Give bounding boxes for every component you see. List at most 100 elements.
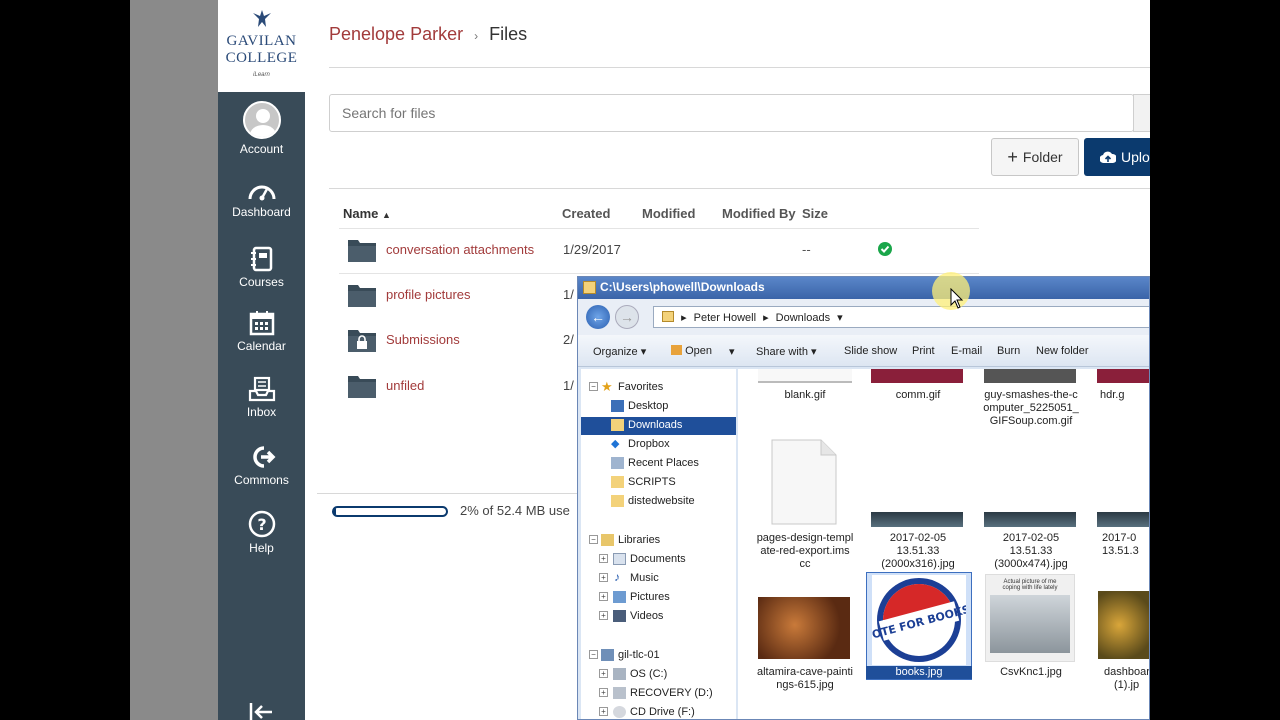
- file-item[interactable]: 2017-02-05 13.51.33 (2000x316).jpg: [866, 532, 970, 571]
- expand-icon[interactable]: +: [599, 573, 608, 582]
- back-arrow-icon[interactable]: ←: [586, 305, 610, 329]
- collapse-icon[interactable]: −: [589, 382, 598, 391]
- slide-show-button[interactable]: Slide show: [844, 345, 897, 357]
- upload-button[interactable]: Uplo: [1084, 138, 1150, 176]
- row-name-link[interactable]: conversation attachments: [386, 242, 534, 257]
- nav-courses[interactable]: Courses: [218, 246, 305, 289]
- expand-icon[interactable]: +: [599, 611, 608, 620]
- share-with-menu[interactable]: Share with ▾: [756, 345, 817, 358]
- column-header-modified[interactable]: Modified: [642, 206, 695, 221]
- nav-recent-places-label: Recent Places: [628, 457, 699, 469]
- column-header-created[interactable]: Created: [562, 206, 610, 221]
- new-folder-button[interactable]: New folder: [1036, 345, 1089, 357]
- expand-icon[interactable]: +: [599, 688, 608, 697]
- nav-libraries[interactable]: − Libraries: [581, 532, 736, 550]
- nav-music[interactable]: + ♪ Music: [581, 570, 736, 588]
- explorer-window[interactable]: C:\Users\phowell\Downloads ← → ▸ Peter H…: [577, 276, 1150, 720]
- address-root[interactable]: Peter Howell: [694, 312, 756, 324]
- nav-computer[interactable]: − gil-tlc-01: [581, 647, 736, 665]
- file-item[interactable]: 2017-0 13.51.3: [1102, 532, 1149, 558]
- file-item[interactable]: guy-smashes-the-c omputer_5225051_ GIFSo…: [979, 389, 1083, 428]
- nav-dropbox[interactable]: ◆ Dropbox: [581, 436, 736, 454]
- explorer-address-bar: ← → ▸ Peter Howell ▸ Downloads ▾: [578, 299, 1149, 335]
- explorer-title-bar[interactable]: C:\Users\phowell\Downloads: [578, 277, 1149, 299]
- pictures-icon: [613, 591, 626, 603]
- nav-desktop[interactable]: Desktop: [581, 398, 736, 416]
- search-files-input[interactable]: [329, 94, 1134, 132]
- calendar-icon: [249, 311, 274, 336]
- nav-dashboard[interactable]: Dashboard: [218, 180, 305, 219]
- header-divider: [329, 67, 1150, 68]
- nav-videos[interactable]: + Videos: [581, 608, 736, 626]
- column-header-modified-by[interactable]: Modified By: [722, 206, 796, 221]
- file-thumbnail: Actual picture of me coping with life la…: [985, 574, 1075, 662]
- global-navigation: GAVILAN COLLEGE iLearn Account Dashboard: [218, 0, 305, 720]
- search-button[interactable]: [1133, 94, 1150, 132]
- file-item[interactable]: altamira-cave-painti ngs-615.jpg: [753, 666, 857, 692]
- share-with-label: Share with: [756, 346, 808, 358]
- file-item[interactable]: hdr.g: [1100, 389, 1149, 402]
- file-item[interactable]: blank.gif: [753, 389, 857, 402]
- column-header-size[interactable]: Size: [802, 206, 828, 221]
- organize-menu[interactable]: Organize ▾: [593, 345, 646, 358]
- expand-icon[interactable]: +: [599, 554, 608, 563]
- nav-cd-drive[interactable]: + CD Drive (F:): [581, 704, 736, 719]
- screen-gutter: [130, 0, 218, 720]
- forward-arrow-icon[interactable]: →: [615, 305, 639, 329]
- nav-pictures[interactable]: + Pictures: [581, 589, 736, 607]
- nav-recovery-drive[interactable]: + RECOVERY (D:): [581, 685, 736, 703]
- file-item[interactable]: pages-design-templ ate-red-export.ims cc: [753, 532, 857, 571]
- nav-favorites[interactable]: − ★ Favorites: [581, 379, 736, 397]
- file-name-line: (1).jp: [1114, 679, 1140, 691]
- row-name-link[interactable]: Submissions: [386, 332, 460, 347]
- collapse-nav-icon[interactable]: [248, 702, 276, 720]
- bird-logo-icon: [253, 10, 271, 27]
- email-button[interactable]: E-mail: [951, 345, 982, 357]
- row-name-link[interactable]: unfiled: [386, 378, 424, 393]
- folder-icon: [348, 240, 376, 262]
- burn-button[interactable]: Burn: [997, 345, 1020, 357]
- nav-downloads[interactable]: Downloads: [581, 417, 736, 435]
- file-thumbnail: [1097, 369, 1149, 383]
- downloads-folder-icon: [611, 419, 624, 431]
- print-button[interactable]: Print: [912, 345, 935, 357]
- address-input[interactable]: ▸ Peter Howell ▸ Downloads ▾: [653, 306, 1149, 328]
- file-item[interactable]: comm.gif: [866, 389, 970, 402]
- file-item-selected[interactable]: books.jpg: [866, 666, 972, 679]
- row-name-link[interactable]: profile pictures: [386, 287, 471, 302]
- table-row[interactable]: conversation attachments 1/29/2017 --: [339, 228, 979, 274]
- nav-account[interactable]: Account: [218, 101, 305, 156]
- help-icon: ?: [248, 510, 275, 538]
- nav-inbox[interactable]: Inbox: [218, 376, 305, 419]
- nav-os-drive[interactable]: + OS (C:): [581, 666, 736, 684]
- chevron-down-icon[interactable]: ▾: [837, 312, 843, 324]
- published-check-icon[interactable]: [877, 241, 893, 257]
- nav-documents[interactable]: + Documents: [581, 551, 736, 569]
- nav-calendar[interactable]: Calendar: [218, 310, 305, 353]
- expand-icon[interactable]: +: [599, 669, 608, 678]
- nav-scripts[interactable]: SCRIPTS: [581, 474, 736, 492]
- breadcrumb-user-link[interactable]: Penelope Parker: [329, 24, 463, 44]
- collapse-icon[interactable]: −: [589, 535, 598, 544]
- nav-distedwebsite[interactable]: distedwebsite: [581, 493, 736, 511]
- expand-icon[interactable]: +: [599, 592, 608, 601]
- nav-help[interactable]: ? Help: [218, 510, 305, 555]
- collapse-icon[interactable]: −: [589, 650, 598, 659]
- file-item[interactable]: CsvKnc1.jpg: [979, 666, 1083, 679]
- nav-music-label: Music: [630, 572, 659, 584]
- expand-icon[interactable]: +: [599, 707, 608, 716]
- file-item[interactable]: dashboar (1).jp: [1104, 666, 1149, 692]
- add-folder-label: Folder: [1022, 149, 1063, 165]
- nav-commons[interactable]: Commons: [218, 444, 305, 487]
- documents-icon: [613, 553, 626, 565]
- nav-recent-places[interactable]: Recent Places: [581, 455, 736, 473]
- add-folder-button[interactable]: + Folder: [991, 138, 1079, 176]
- file-item[interactable]: 2017-02-05 13.51.33 (3000x474).jpg: [979, 532, 1083, 571]
- file-name-line: ngs-615.jpg: [776, 679, 834, 691]
- column-header-name[interactable]: Name ▲: [343, 206, 391, 221]
- address-current[interactable]: Downloads: [776, 312, 830, 324]
- chevron-down-icon[interactable]: ▾: [729, 345, 735, 358]
- college-logo[interactable]: GAVILAN COLLEGE iLearn: [218, 0, 305, 92]
- open-menu[interactable]: Open: [671, 345, 712, 357]
- nav-os-drive-label: OS (C:): [630, 668, 668, 680]
